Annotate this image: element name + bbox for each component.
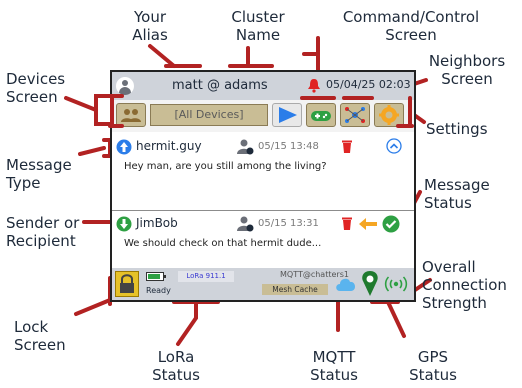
outgoing-arrow-icon bbox=[116, 216, 132, 232]
callout-message-type: Message Type bbox=[6, 156, 72, 192]
mesh-cache-button[interactable]: Mesh Cache bbox=[262, 284, 328, 295]
message-item[interactable]: hermit.guy 05/15 13:48 Hey man, are you … bbox=[112, 134, 414, 211]
lock-icon bbox=[120, 274, 134, 293]
incoming-arrow-icon bbox=[116, 139, 132, 155]
callout-neighbors: Neighbors Screen bbox=[428, 52, 506, 88]
people-icon bbox=[121, 109, 141, 122]
message-item[interactable]: JimBob 05/15 13:31 We should check on th… bbox=[112, 211, 414, 267]
lora-status: LoRa 911.1 bbox=[178, 271, 234, 282]
header-bar: matt @ adams 05/04/25 02:03 bbox=[112, 72, 414, 100]
delivered-check-icon bbox=[382, 215, 400, 233]
datetime: 05/04/25 02:03 bbox=[326, 78, 411, 91]
neighbors-button[interactable] bbox=[340, 103, 370, 127]
gps-pin-icon bbox=[362, 271, 378, 296]
gear-icon bbox=[379, 105, 399, 125]
toolbar: [All Devices] bbox=[112, 100, 414, 132]
bell-icon[interactable] bbox=[307, 78, 321, 93]
signal-strength-icon bbox=[384, 276, 408, 292]
command-control-button[interactable] bbox=[306, 103, 336, 127]
message-text: Hey man, are you still among the living? bbox=[124, 161, 327, 172]
callout-mqtt: MQTT Status bbox=[310, 348, 358, 384]
user-info-icon[interactable] bbox=[236, 215, 254, 233]
callout-settings: Settings bbox=[426, 120, 488, 138]
message-date: 05/15 13:48 bbox=[258, 141, 319, 152]
lock-button[interactable] bbox=[115, 271, 139, 297]
callout-lora: LoRa Status bbox=[152, 348, 200, 384]
callout-command-control: Command/Control Screen bbox=[342, 8, 480, 44]
callout-devices: Devices Screen bbox=[6, 70, 66, 106]
callout-message-status: Message Status bbox=[424, 176, 490, 212]
avatar-icon[interactable] bbox=[116, 77, 134, 95]
callout-gps: GPS Status bbox=[409, 348, 457, 384]
callout-your-alias: Your Alias bbox=[132, 8, 168, 44]
callout-lock: Lock Screen bbox=[14, 318, 66, 354]
battery-icon bbox=[146, 272, 166, 281]
gamepad-icon bbox=[311, 111, 331, 121]
cloud-icon bbox=[336, 278, 356, 291]
device-screen: matt @ adams 05/04/25 02:03 [All Devices… bbox=[110, 70, 416, 302]
device-selector[interactable]: [All Devices] bbox=[150, 104, 268, 126]
message-date: 05/15 13:31 bbox=[258, 218, 319, 229]
message-text: We should check on that hermit dude... bbox=[124, 238, 322, 249]
callout-overall: Overall Connection Strength bbox=[422, 258, 507, 312]
send-button[interactable] bbox=[272, 103, 302, 127]
alias-cluster-label: matt @ adams bbox=[172, 78, 268, 93]
settings-button[interactable] bbox=[374, 103, 404, 127]
trash-icon[interactable] bbox=[340, 216, 354, 231]
play-arrow-icon bbox=[279, 107, 297, 123]
message-sender: JimBob bbox=[136, 216, 178, 230]
collapse-chevron-icon[interactable] bbox=[386, 138, 402, 154]
ready-label: Ready bbox=[146, 286, 171, 295]
devices-button[interactable] bbox=[116, 103, 146, 127]
user-info-icon[interactable] bbox=[236, 138, 254, 156]
callout-cluster-name: Cluster Name bbox=[231, 8, 285, 44]
message-sender: hermit.guy bbox=[136, 139, 202, 153]
trash-icon[interactable] bbox=[340, 139, 354, 154]
reply-arrow-icon[interactable] bbox=[358, 217, 378, 231]
status-bar: Ready LoRa 911.1 MQTT@chatters1 Mesh Cac… bbox=[112, 268, 414, 300]
network-icon bbox=[345, 107, 365, 123]
callout-sender: Sender or Recipient bbox=[6, 214, 80, 250]
